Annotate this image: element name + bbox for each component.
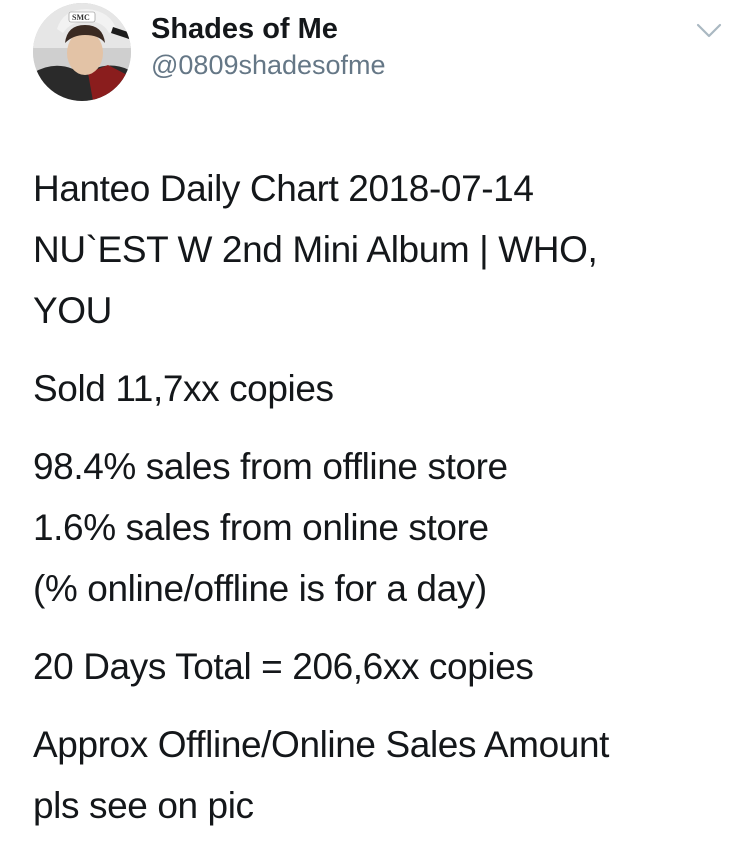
profile-photo: SMC — [33, 3, 131, 101]
tweet-line: 1.6% sales from online store — [33, 507, 489, 548]
tweet-line: (% online/offline is for a day) — [33, 568, 487, 609]
tweet-text: Hanteo Daily Chart 2018-07-14 NU`EST W 2… — [33, 158, 723, 836]
avatar[interactable]: SMC — [33, 3, 131, 101]
tweet-line: YOU — [33, 290, 112, 331]
tweet-line: 98.4% sales from offline store — [33, 446, 508, 487]
tweet-line: pls see on pic — [33, 785, 254, 826]
avatar-cap-text: SMC — [72, 13, 90, 22]
author-display-name[interactable]: Shades of Me — [151, 13, 338, 46]
author-handle[interactable]: @0809shadesofme — [151, 50, 386, 81]
tweet-line: Sold 11,7xx copies — [33, 368, 334, 409]
tweet-header: SMC Shades of Me @0809shadesofme — [0, 0, 750, 120]
tweet-line: NU`EST W 2nd Mini Album | WHO, — [33, 229, 598, 270]
chevron-down-icon[interactable] — [696, 22, 722, 40]
tweet-line: Approx Offline/Online Sales Amount — [33, 724, 609, 765]
tweet-line: 20 Days Total = 206,6xx copies — [33, 646, 534, 687]
tweet-line: Hanteo Daily Chart 2018-07-14 — [33, 168, 534, 209]
